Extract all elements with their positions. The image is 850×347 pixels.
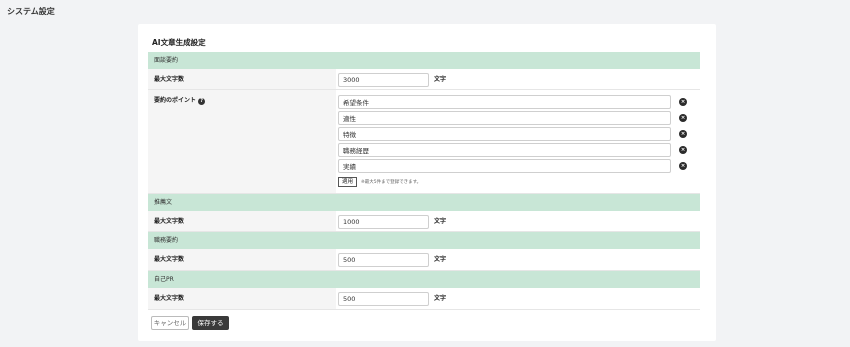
pr-max-chars-label: 最大文字数 xyxy=(148,288,336,309)
cancel-button[interactable]: キャンセル xyxy=(151,316,189,330)
row-summary-max-chars: 最大文字数 文字 xyxy=(148,69,700,90)
section-header-summary: 面談要約 xyxy=(148,52,700,69)
remove-point-1-icon[interactable]: × xyxy=(679,98,687,106)
summary-point-input-2[interactable] xyxy=(338,111,671,125)
row-pr-max-chars: 最大文字数 文字 xyxy=(148,288,700,310)
summary-point-input-1[interactable] xyxy=(338,95,671,109)
section-header-pr: 自己PR xyxy=(148,271,700,288)
row-career-max-chars: 最大文字数 文字 xyxy=(148,249,700,271)
row-recommendation-max-chars: 最大文字数 文字 xyxy=(148,211,700,232)
summary-points-label: 要約のポイント xyxy=(154,97,197,104)
pr-unit: 文字 xyxy=(434,295,447,302)
summary-max-chars-label: 最大文字数 xyxy=(148,69,336,89)
apply-note: ※最大5件まで登録できます。 xyxy=(361,180,422,185)
summary-unit: 文字 xyxy=(434,76,447,83)
remove-point-2-icon[interactable]: × xyxy=(679,114,687,122)
card-title: AI文章生成設定 xyxy=(152,38,206,47)
remove-point-5-icon[interactable]: × xyxy=(679,162,687,170)
question-circle-icon[interactable]: ? xyxy=(198,98,206,105)
settings-card: AI文章生成設定 面談要約 最大文字数 文字 要約のポイント? × × × × … xyxy=(138,24,716,341)
section-header-recommendation: 推薦文 xyxy=(148,194,700,211)
recommendation-max-chars-label: 最大文字数 xyxy=(148,211,336,231)
remove-point-4-icon[interactable]: × xyxy=(679,146,687,154)
summary-points-label-cell: 要約のポイント? xyxy=(148,90,336,193)
remove-point-3-icon[interactable]: × xyxy=(679,130,687,138)
recommendation-unit: 文字 xyxy=(434,218,447,225)
career-unit: 文字 xyxy=(434,256,447,263)
page-title: システム設定 xyxy=(7,7,55,16)
summary-max-chars-input[interactable] xyxy=(338,73,429,87)
recommendation-max-chars-input[interactable] xyxy=(338,215,429,229)
pr-max-chars-input[interactable] xyxy=(338,292,429,306)
apply-button[interactable]: 適用 xyxy=(338,177,358,187)
summary-point-input-3[interactable] xyxy=(338,127,671,141)
row-summary-points: 要約のポイント? × × × × × 適用 ※最大5件まで登録できます。 xyxy=(148,90,700,194)
career-max-chars-input[interactable] xyxy=(338,253,429,267)
summary-point-input-4[interactable] xyxy=(338,143,671,157)
save-button[interactable]: 保存する xyxy=(192,316,229,330)
career-max-chars-label: 最大文字数 xyxy=(148,249,336,270)
section-header-career: 職務要約 xyxy=(148,232,700,249)
summary-point-input-5[interactable] xyxy=(338,159,671,173)
